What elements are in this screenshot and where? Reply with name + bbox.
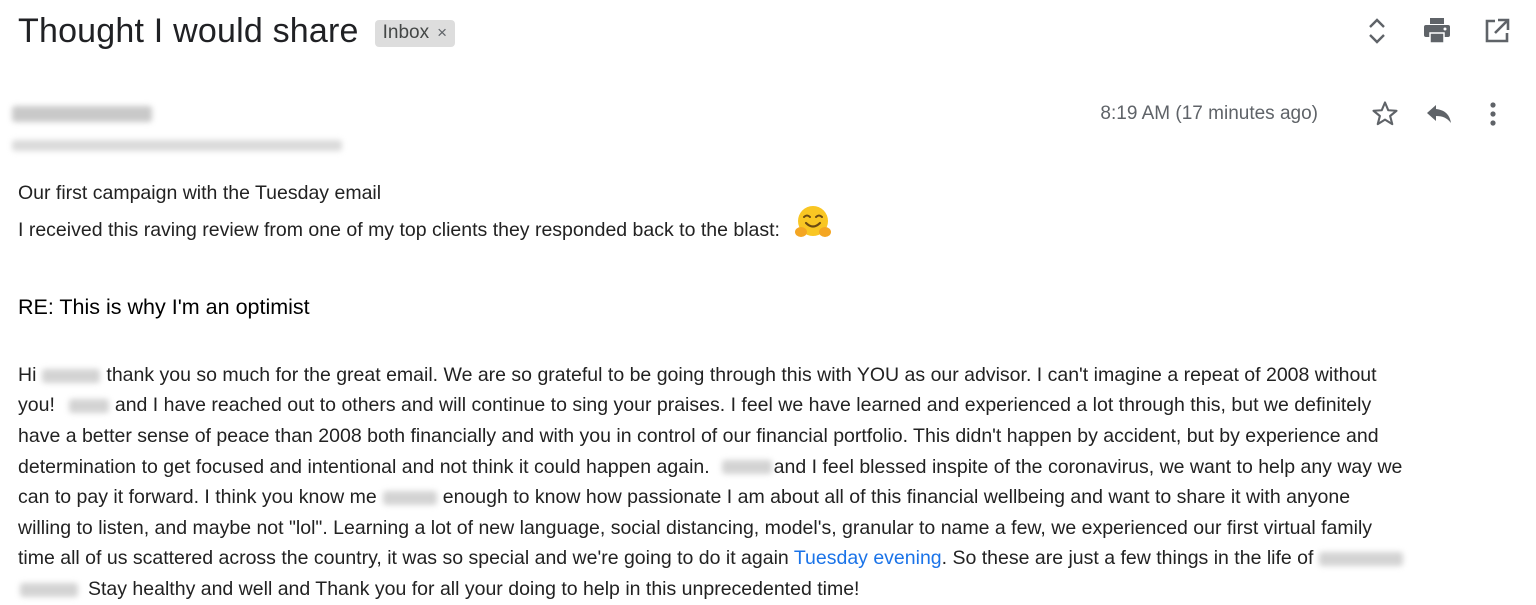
redacted-name: [20, 582, 78, 597]
body-text: you!: [18, 394, 55, 417]
body-line-5: can to pay it forward. I think you know …: [18, 482, 1518, 513]
star-icon[interactable]: [1368, 97, 1402, 131]
sender-email-redacted: [12, 140, 342, 151]
redacted-name: [42, 368, 101, 383]
hugging-face-emoji-icon: [793, 203, 833, 253]
message-time: 8:19 AM (17 minutes ago): [1100, 103, 1318, 124]
body-line-3: have a better sense of peace than 2008 b…: [18, 424, 1379, 447]
quoted-subject: RE: This is why I'm an optimist: [18, 295, 310, 320]
intro-line-2-text: I received this raving review from one o…: [18, 218, 780, 241]
inbox-label-text: Inbox: [382, 22, 430, 43]
body-text: can to pay it forward. I think you know …: [18, 486, 377, 509]
body-text: determination to get focused and intenti…: [18, 455, 710, 478]
redacted-name: [1319, 552, 1404, 567]
thread-toolbar: [1360, 14, 1514, 48]
open-new-window-icon[interactable]: [1480, 14, 1514, 48]
redacted-name: [68, 399, 109, 414]
body-text: and I feel blessed inspite of the corona…: [773, 455, 1403, 478]
message-meta: 8:19 AM (17 minutes ago): [1100, 97, 1510, 131]
body-text: . So these are just a few things in the …: [941, 547, 1314, 570]
message-body: Our first campaign with the Tuesday emai…: [18, 178, 1518, 605]
tuesday-evening-link[interactable]: Tuesday evening: [794, 547, 942, 569]
body-text: Stay healthy and well and Thank you for …: [88, 577, 860, 600]
sender-name-redacted: [12, 106, 152, 122]
subject-row: Thought I would share Inbox ×: [18, 12, 456, 51]
body-line-2: you! and I have reached out to others and…: [18, 390, 1518, 421]
remove-label-button[interactable]: ×: [437, 23, 447, 43]
more-vert-icon[interactable]: [1476, 97, 1510, 131]
expand-collapse-icon[interactable]: [1360, 14, 1394, 48]
redacted-name: [382, 491, 437, 505]
body-line-6: willing to listen, and maybe not "lol". …: [18, 516, 1373, 539]
reply-icon[interactable]: [1422, 97, 1456, 131]
body-line-1: Hi thank you so much for the great email.…: [18, 360, 1518, 391]
body-text: thank you so much for the great email. W…: [106, 363, 1377, 386]
inbox-label-chip[interactable]: Inbox ×: [374, 20, 456, 47]
print-icon[interactable]: [1420, 14, 1454, 48]
body-text: enough to know how passionate I am about…: [442, 486, 1351, 509]
body-line-7: time all of us scattered across the coun…: [18, 543, 1518, 574]
body-text: time all of us scattered across the coun…: [18, 547, 789, 570]
greeting-text: Hi: [18, 363, 37, 386]
intro-line-1: Our first campaign with the Tuesday emai…: [18, 182, 382, 204]
body-text: and I have reached out to others and wil…: [114, 394, 1372, 417]
quoted-message: Hi thank you so much for the great email.…: [18, 360, 1518, 605]
redacted-name: [721, 460, 772, 475]
email-subject: Thought I would share: [18, 12, 359, 50]
body-line-8: Stay healthy and well and Thank you for …: [18, 574, 1518, 605]
intro-line-2: I received this raving review from one o…: [18, 205, 1518, 253]
body-line-4: determination to get focused and intenti…: [18, 452, 1518, 483]
